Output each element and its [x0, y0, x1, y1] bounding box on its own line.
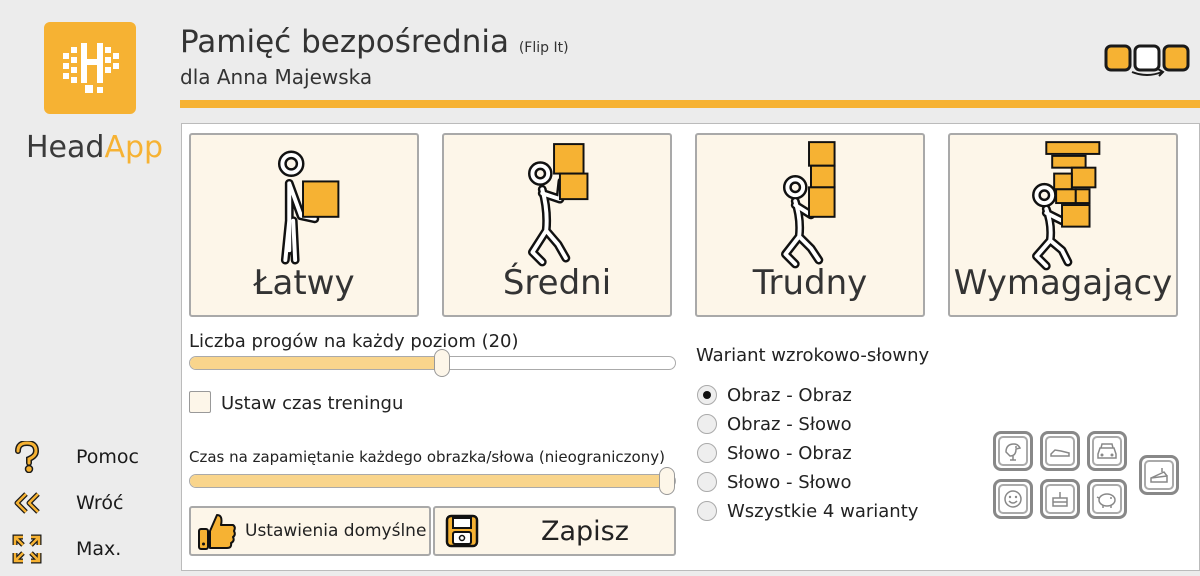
- cake-icon: [1139, 455, 1179, 495]
- thresholds-slider[interactable]: [189, 349, 676, 377]
- brand-name: HeadApp: [26, 130, 164, 165]
- variant-radio-image-word[interactable]: [697, 414, 717, 434]
- level-hard-label: Trudny: [752, 263, 868, 303]
- defaults-button[interactable]: Ustawienia domyślne: [189, 506, 431, 556]
- car-icon: [1087, 431, 1127, 471]
- flip-cards-icon: [1104, 42, 1194, 78]
- back-label: Wróć: [76, 492, 124, 514]
- cake-icon: [1040, 479, 1080, 519]
- variant-option-label: Słowo - Słowo: [727, 472, 852, 493]
- variant-radio-all-four[interactable]: [697, 501, 717, 521]
- header-divider: [180, 100, 1200, 108]
- level-hard-button[interactable]: Trudny: [695, 133, 925, 317]
- bird-icon: [993, 431, 1033, 471]
- variant-radio-word-word[interactable]: [697, 472, 717, 492]
- maximize-button[interactable]: Max.: [10, 532, 170, 566]
- back-button[interactable]: Wróć: [10, 486, 170, 520]
- level-medium-label: Średni: [502, 263, 612, 303]
- brain-icon: [55, 33, 125, 103]
- piggy-bank-icon: [1087, 479, 1127, 519]
- memorize-time-slider-fill: [190, 475, 667, 487]
- thresholds-label: Liczba progów na każdy poziom (20): [189, 331, 519, 352]
- variant-radio-image-image[interactable]: [697, 385, 717, 405]
- memorize-time-label: Czas na zapamiętanie każdego obrazka/sło…: [189, 448, 665, 466]
- level-easy-label: Łatwy: [253, 263, 355, 303]
- floppy-disk-icon: [445, 511, 481, 551]
- variant-option-label: Słowo - Obraz: [727, 443, 852, 464]
- variant-option-label: Obraz - Słowo: [727, 414, 852, 435]
- person-carrying-many-boxes-icon: [1032, 141, 1101, 271]
- thresholds-slider-thumb[interactable]: [434, 349, 450, 377]
- level-easy-button[interactable]: Łatwy: [189, 133, 419, 317]
- variant-option-label: Wszystkie 4 warianty: [727, 501, 919, 522]
- headapp-logo: [44, 22, 136, 114]
- training-time-checkbox[interactable]: [189, 391, 211, 413]
- thresholds-slider-fill: [190, 357, 442, 369]
- level-demanding-button[interactable]: Wymagający: [948, 133, 1178, 317]
- variant-radio-word-image[interactable]: [697, 443, 717, 463]
- page-subtitle: dla Anna Majewska: [180, 65, 373, 89]
- smiley-icon: [993, 479, 1033, 519]
- question-icon: [10, 440, 44, 474]
- person-carrying-two-boxes-icon: [528, 143, 589, 267]
- page-title: Pamięć bezpośrednia (Flip It): [180, 24, 569, 60]
- person-carrying-three-boxes-icon: [781, 141, 836, 269]
- shoe-icon: [1040, 431, 1080, 471]
- expand-icon: [10, 532, 44, 566]
- variant-option-label: Obraz - Obraz: [727, 385, 852, 406]
- memorize-time-slider-thumb[interactable]: [659, 467, 675, 495]
- variant-title: Wariant wzrokowo-słowny: [696, 345, 930, 366]
- help-button[interactable]: Pomoc: [10, 440, 170, 474]
- level-demanding-label: Wymagający: [953, 263, 1173, 303]
- training-time-label: Ustaw czas treningu: [221, 393, 404, 414]
- save-button[interactable]: Zapisz: [433, 506, 676, 556]
- person-carrying-one-box-icon: [277, 150, 340, 265]
- save-label: Zapisz: [541, 515, 629, 547]
- defaults-label: Ustawienia domyślne: [245, 521, 427, 541]
- max-label: Max.: [76, 538, 122, 560]
- thumbs-up-icon: [197, 511, 237, 551]
- help-label: Pomoc: [76, 446, 139, 468]
- double-chevron-left-icon: [10, 486, 44, 520]
- memorize-time-slider[interactable]: [189, 467, 676, 495]
- level-medium-button[interactable]: Średni: [442, 133, 672, 317]
